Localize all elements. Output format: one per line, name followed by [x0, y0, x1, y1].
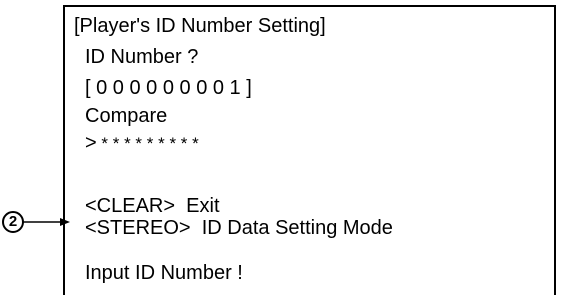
id-number-value: [ 0 0 0 0 0 0 0 0 1 ]: [85, 77, 252, 99]
compare-masked-value: * * * * * * * * *: [96, 134, 199, 153]
callout-number: 2: [8, 213, 18, 230]
status-message: Input ID Number !: [85, 262, 243, 284]
clear-exit-option: <CLEAR> Exit: [85, 195, 220, 217]
compare-row: > * * * * * * * * *: [85, 131, 199, 156]
compare-marker: >: [85, 132, 97, 154]
callout-2: 2: [0, 207, 70, 237]
stereo-setting-mode-option: <STEREO> ID Data Setting Mode: [85, 217, 393, 239]
id-number-prompt: ID Number ?: [85, 46, 199, 68]
compare-label: Compare: [85, 105, 168, 127]
screen-title: [Player's ID Number Setting]: [74, 15, 326, 37]
